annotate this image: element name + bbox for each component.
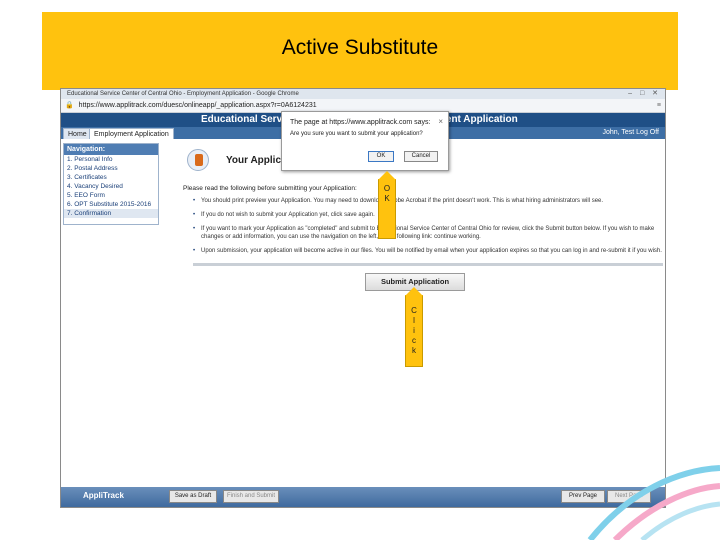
tab-employment-application[interactable]: Employment Application [89,128,174,139]
address-url[interactable]: https://www.applitrack.com/duesc/onlinea… [79,102,317,109]
instruction-list: You should print preview your Applicatio… [193,197,663,261]
nav-item-confirmation[interactable]: 7. Confirmation [64,209,158,218]
callout-letter: c [412,336,416,345]
instruction-item: You should print preview your Applicatio… [193,197,663,205]
lock-icon: 🔒 [65,102,74,109]
save-as-draft-button[interactable]: Save as Draft [169,490,217,503]
ok-callout: O K [378,171,396,239]
browser-title-bar: Educational Service Center of Central Oh… [61,89,665,99]
callout-letter: C [411,306,417,315]
user-logoff[interactable]: John, Test Log Off [602,127,659,139]
nav-item-postal-address[interactable]: 2. Postal Address [64,164,158,173]
applitrack-logo: AppliTrack [83,491,124,500]
slide-title: Active Substitute [281,36,439,59]
instruction-item: Upon submission, your application will b… [193,247,663,255]
dialog-title: The page at https://www.applitrack.com s… [290,119,431,126]
navigation-heading: Navigation: [64,144,158,155]
callout-letter: O [383,184,391,193]
nav-item-eeo-form[interactable]: 5. EEO Form [64,191,158,200]
callout-letter: K [384,194,390,203]
cancel-button[interactable]: Cancel [404,151,438,162]
divider [193,263,663,266]
callout-letter: i [413,326,415,335]
nav-item-vacancy-desired[interactable]: 4. Vacancy Desired [64,182,158,191]
menu-icon[interactable]: ≡ [657,99,661,113]
nav-item-certificates[interactable]: 3. Certificates [64,173,158,182]
decorative-swirl [587,465,720,540]
header-title-left: Educational Serv [201,114,283,125]
window-controls[interactable]: – □ ✕ [628,89,661,99]
finish-and-submit-button[interactable]: Finish and Submit [223,490,279,503]
dialog-message: Are you sure you want to submit your app… [290,131,423,137]
instruction-item: If you do not wish to submit your Applic… [193,211,663,219]
nav-item-opt-substitute[interactable]: 6. OPT Substitute 2015-2016 [64,200,158,209]
ok-button[interactable]: OK [368,151,394,162]
nav-item-personal-info[interactable]: 1. Personal Info [64,155,158,164]
window-title: Educational Service Center of Central Oh… [67,91,299,97]
callout-letter: l [413,316,415,325]
confirm-dialog: The page at https://www.applitrack.com s… [281,111,449,171]
instructions-heading: Please read the following before submitt… [183,185,357,192]
close-icon[interactable]: × [438,117,443,126]
tab-home[interactable]: Home [63,128,92,139]
navigation-sidebar: Navigation: 1. Personal Info 2. Postal A… [63,143,159,225]
click-callout: C l i c k [405,287,423,367]
header-title-right: ment Application [437,114,518,125]
slide-title-bar: Active Substitute [42,12,678,90]
application-logo-icon [187,149,209,171]
callout-letter: k [412,346,416,355]
instruction-item: If you want to mark your Application as … [193,225,663,241]
browser-screenshot: Educational Service Center of Central Oh… [60,88,666,508]
